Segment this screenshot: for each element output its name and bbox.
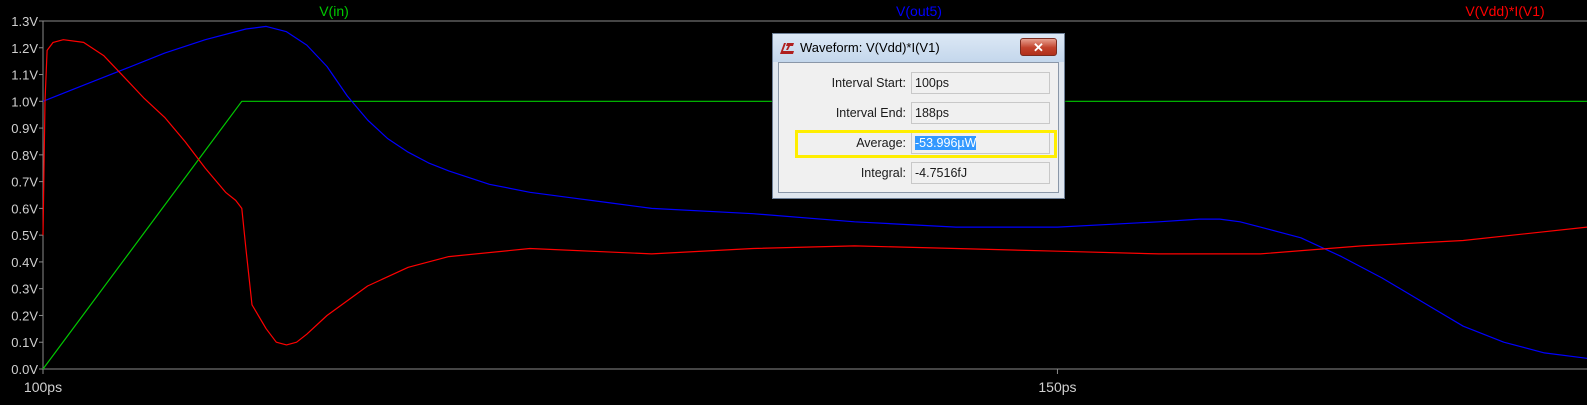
- y-tick-label: 0.8V: [11, 148, 38, 163]
- dialog-title: Waveform: V(Vdd)*I(V1): [800, 40, 940, 55]
- close-button[interactable]: ✕: [1020, 38, 1057, 56]
- y-tick-label: 0.2V: [11, 308, 38, 323]
- waveform-dialog[interactable]: Waveform: V(Vdd)*I(V1) ✕ Interval Start:…: [772, 33, 1065, 199]
- trace-label[interactable]: V(in): [319, 3, 349, 19]
- interval-start-field[interactable]: 100ps: [911, 72, 1050, 94]
- y-tick-label: 0.3V: [11, 282, 38, 297]
- y-tick-label: 1.2V: [11, 41, 38, 56]
- interval-end-field[interactable]: 188ps: [911, 102, 1050, 124]
- dialog-client: Interval Start: 100ps Interval End: 188p…: [778, 62, 1059, 193]
- y-tick-label: 1.3V: [11, 14, 38, 29]
- integral-label: Integral:: [860, 166, 906, 180]
- y-tick-label: 1.1V: [11, 68, 38, 83]
- x-tick-label: 150ps: [1038, 379, 1076, 395]
- interval-end-label: Interval End:: [835, 106, 906, 120]
- average-highlight-box: [795, 130, 1057, 158]
- y-tick-label: 0.4V: [11, 255, 38, 270]
- y-tick-label: 1.0V: [11, 94, 38, 109]
- trace-label[interactable]: V(out5): [896, 3, 942, 19]
- y-tick-label: 0.6V: [11, 201, 38, 216]
- dialog-titlebar[interactable]: Waveform: V(Vdd)*I(V1) ✕: [773, 34, 1064, 62]
- y-tick-label: 0.0V: [11, 362, 38, 377]
- y-tick-label: 0.1V: [11, 335, 38, 350]
- y-tick-label: 0.5V: [11, 228, 38, 243]
- x-tick-label: 100ps: [24, 379, 62, 395]
- close-icon: ✕: [1033, 40, 1044, 55]
- y-tick-label: 0.7V: [11, 175, 38, 190]
- interval-start-label: Interval Start:: [831, 76, 906, 90]
- y-tick-label: 0.9V: [11, 121, 38, 136]
- integral-field[interactable]: -4.7516fJ: [911, 162, 1050, 184]
- ltspice-icon: [780, 43, 794, 54]
- trace-label[interactable]: V(Vdd)*I(V1): [1465, 3, 1544, 19]
